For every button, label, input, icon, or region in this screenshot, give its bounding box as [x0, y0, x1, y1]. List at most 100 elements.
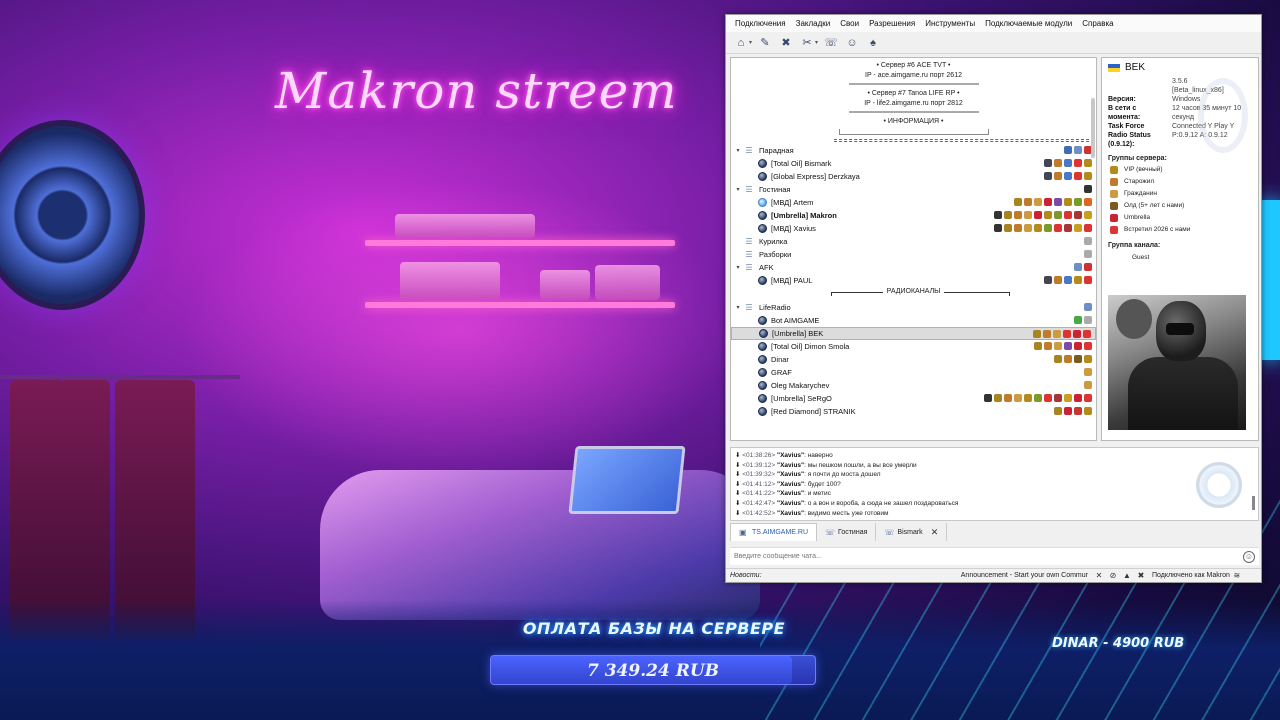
whisper-icon[interactable]: ♠ — [864, 34, 882, 52]
dartboard — [0, 120, 145, 310]
message-author[interactable]: "Xavius" — [777, 490, 804, 497]
shelf-object — [540, 270, 590, 300]
client-status-icon — [758, 276, 767, 285]
chat-log[interactable]: ⬇ <01:38:26> "Xavius": наверно ⬇ <01:39:1… — [730, 447, 1259, 521]
channel-row[interactable]: ☰ Разборки — [731, 248, 1096, 261]
group-badge-icon — [1074, 263, 1082, 271]
client-row[interactable]: [МВД] Xavius — [731, 222, 1096, 235]
channel-row[interactable]: ▾ ☰ AFK — [731, 261, 1096, 274]
message-text: : и метис — [804, 490, 831, 498]
group-badge-icon — [1074, 224, 1082, 232]
channel-name: Гостиная — [759, 185, 791, 194]
chat-scrollbar[interactable] — [1252, 496, 1255, 510]
banner-divider — [848, 83, 979, 85]
bookmark-icon[interactable]: ✎ — [756, 34, 774, 52]
chat-tab[interactable]: ▣ TS.AIMGAME.RU — [730, 523, 818, 541]
mic-muted-icon[interactable]: ⊘ — [1106, 571, 1120, 580]
contacts-icon[interactable]: ☺ — [843, 34, 861, 52]
emoji-icon[interactable]: ☺ — [1243, 550, 1255, 563]
channel-row[interactable]: ▾ ☰ Гостиная — [731, 183, 1096, 196]
group-badge-icon — [1074, 316, 1082, 324]
client-row[interactable]: [МВД] Artem — [731, 196, 1096, 209]
channel-row[interactable]: ▾ ☰ Парадная — [731, 144, 1096, 157]
message-author[interactable]: "Xavius" — [777, 510, 804, 517]
group-badge-icon — [1024, 224, 1032, 232]
info-field-key: Radio Status — [1108, 132, 1151, 139]
close-icon[interactable]: ✕ — [1092, 571, 1106, 580]
message-author[interactable]: "Xavius" — [777, 500, 804, 507]
client-row[interactable]: [Total Oil] Dimon Smola — [731, 340, 1096, 353]
connect-icon[interactable]: ⌂ — [732, 34, 750, 52]
client-row[interactable]: [МВД] PAUL — [731, 274, 1096, 287]
client-row[interactable]: [Global Express] Derzkaya — [731, 170, 1096, 183]
chat-icon[interactable]: ☏ — [822, 34, 840, 52]
chevron-down-icon[interactable]: ▾ — [733, 147, 743, 154]
client-row[interactable]: Oleg Makarychev — [731, 379, 1096, 392]
group-badges — [1032, 342, 1092, 350]
chevron-down-icon[interactable]: ▾ — [815, 39, 818, 46]
menu-item[interactable]: Инструменты — [920, 15, 980, 32]
chevron-down-icon[interactable]: ▾ — [733, 304, 743, 311]
client-name: Bot AIMGAME — [771, 316, 820, 325]
chat-message: ⬇ <01:41:12> "Xavius": будет 100? — [731, 480, 1258, 490]
server-group-label: Олд (5+ лет с нами) — [1124, 202, 1185, 209]
group-badge-icon — [1054, 224, 1062, 232]
chat-tabs: ▣ TS.AIMGAME.RU ☏ Гостиная ☏ Bismark ✕ — [730, 523, 948, 541]
client-name: GRAF — [771, 368, 792, 377]
group-badge-icon — [1044, 211, 1052, 219]
server-group-label: VIP (вечный) — [1124, 166, 1163, 173]
client-row[interactable]: Bot AIMGAME — [731, 314, 1096, 327]
chat-input[interactable] — [730, 553, 1243, 560]
client-row[interactable]: [Umbrella] BEK — [731, 327, 1096, 340]
menu-item[interactable]: Подключения — [730, 15, 791, 32]
away-icon[interactable]: ✖ — [777, 34, 795, 52]
announcement-ticker[interactable]: Announcement - Start your own Commur — [954, 572, 1092, 579]
channel-row[interactable]: ▾ ☰ LifeRadio — [731, 301, 1096, 314]
chevron-down-icon[interactable]: ▾ — [733, 186, 743, 193]
speaker-muted-icon[interactable]: ✖ — [1134, 571, 1148, 580]
tree-scrollbar[interactable] — [1091, 98, 1095, 158]
group-badge-icon — [1084, 237, 1092, 245]
chevron-down-icon[interactable]: ▾ — [733, 264, 743, 271]
toolbar: ⌂ ▾ ✎ ✖ ✂ ▾ ☏ ☺ ♠ — [726, 32, 1261, 54]
message-author[interactable]: "Xavius" — [777, 462, 804, 469]
neon-sign: Makron streem — [275, 62, 678, 120]
menu-item[interactable]: Подключаемые модули — [980, 15, 1077, 32]
chat-tab[interactable]: ☏ Гостиная — [817, 523, 877, 541]
client-nickname: BEK — [1125, 62, 1146, 73]
group-badges — [1082, 237, 1092, 245]
channel-row[interactable]: ☰ Курилка — [731, 235, 1096, 248]
client-row[interactable]: [Red Diamond] STRANIK — [731, 405, 1096, 418]
client-row[interactable]: GRAF — [731, 366, 1096, 379]
channel-tree[interactable]: • Сервер #6 ACE TVT • IP - ace.aimgame.r… — [730, 57, 1097, 441]
message-author[interactable]: "Xavius" — [777, 452, 804, 459]
group-badge-icon — [1064, 211, 1072, 219]
client-name: [Umbrella] BEK — [772, 329, 824, 338]
banner-divider — [848, 111, 979, 113]
client-row[interactable]: Dinar — [731, 353, 1096, 366]
chevron-down-icon[interactable]: ▾ — [749, 39, 752, 46]
client-row[interactable]: [Umbrella] SeRgO — [731, 392, 1096, 405]
client-row[interactable]: [Umbrella] Makron — [731, 209, 1096, 222]
chat-tab[interactable]: ☏ Bismark ✕ — [876, 523, 948, 541]
client-status-icon — [758, 198, 767, 207]
client-status-icon — [758, 342, 767, 351]
group-badges — [1082, 303, 1092, 311]
channel-icon: ☰ — [745, 263, 753, 272]
menu-item[interactable]: Закладки — [791, 15, 836, 32]
message-author[interactable]: "Xavius" — [777, 481, 804, 488]
group-badges — [1042, 172, 1092, 180]
mute-icon[interactable]: ✂ — [798, 34, 816, 52]
tree-rows: ▾ ☰ Парадная [Total Oil] Bismark [Global Exp… — [731, 144, 1096, 418]
channel-group-title: Группа канала: — [1108, 242, 1161, 249]
group-badge-icon — [1064, 355, 1072, 363]
client-row[interactable]: [Total Oil] Bismark — [731, 157, 1096, 170]
menu-item[interactable]: Разрешения — [864, 15, 920, 32]
menu-item[interactable]: Справка — [1077, 15, 1118, 32]
radio-channels-separator[interactable]: РАДИОКАНАЛЫ — [731, 287, 1096, 301]
warning-icon[interactable]: ▲ — [1120, 571, 1134, 580]
menu-item[interactable]: Свои — [835, 15, 864, 32]
message-author[interactable]: "Xavius" — [777, 471, 804, 478]
spacer-dashes — [834, 139, 1089, 142]
close-icon[interactable]: ✕ — [931, 527, 939, 538]
